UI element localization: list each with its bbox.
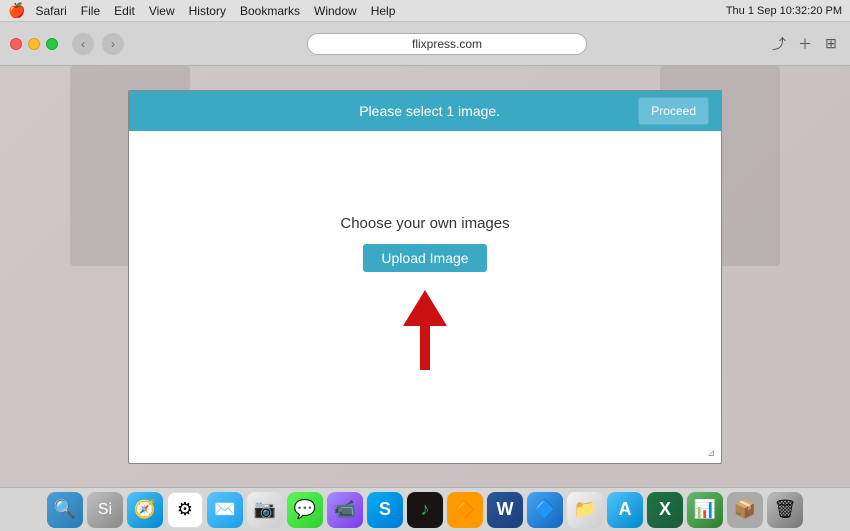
menu-file[interactable]: File — [81, 4, 100, 18]
share-icon[interactable]: ⤴ — [770, 35, 788, 53]
upload-image-button[interactable]: Upload Image — [363, 244, 486, 272]
dock-item-blueapp[interactable]: 🔷 — [527, 492, 563, 528]
add-tab-icon[interactable]: ＋ — [796, 35, 814, 53]
apple-menu[interactable]: 🍎 — [8, 2, 25, 19]
forward-button[interactable]: › — [102, 33, 124, 55]
dock-item-vlc[interactable]: 🔶 — [447, 492, 483, 528]
dock-item-excel[interactable]: X — [647, 492, 683, 528]
dock-item-greyapp[interactable]: 📦 — [727, 492, 763, 528]
dock-item-word[interactable]: W — [487, 492, 523, 528]
modal-body: Choose your own images Upload Image — [129, 131, 721, 463]
dock-item-spotify[interactable]: ♪ — [407, 492, 443, 528]
menu-bar-clock: Thu 1 Sep 10:32:20 PM — [726, 5, 842, 17]
menu-safari[interactable]: Safari — [35, 4, 66, 18]
menu-view[interactable]: View — [149, 4, 175, 18]
dock-item-safari[interactable]: 🧭 — [127, 492, 163, 528]
menu-window[interactable]: Window — [314, 4, 357, 18]
menu-history[interactable]: History — [189, 4, 226, 18]
modal-title: Please select 1 image. — [221, 103, 638, 119]
close-window-button[interactable] — [10, 38, 22, 50]
dock-item-skype[interactable]: S — [367, 492, 403, 528]
minimize-window-button[interactable] — [28, 38, 40, 50]
dock-item-greenapp[interactable]: 📊 — [687, 492, 723, 528]
annotation-arrow — [403, 288, 447, 378]
modal-dialog: Please select 1 image. Proceed Choose yo… — [128, 90, 722, 464]
menu-bar-items: Safari File Edit View History Bookmarks … — [35, 4, 395, 18]
dock-item-chrome[interactable]: ⚙ — [167, 492, 203, 528]
modal-header: Please select 1 image. Proceed — [129, 91, 721, 131]
browser-right-icons: ⤴ ＋ ⊞ — [770, 35, 840, 53]
menu-help[interactable]: Help — [371, 4, 396, 18]
dock-item-mail[interactable]: ✉️ — [207, 492, 243, 528]
dock-item-facetime[interactable]: 📹 — [327, 492, 363, 528]
choose-images-text: Choose your own images — [340, 215, 509, 232]
menu-bookmarks[interactable]: Bookmarks — [240, 4, 300, 18]
main-content: Please select 1 image. Proceed Choose yo… — [0, 66, 850, 487]
traffic-lights — [10, 38, 58, 50]
address-text: flixpress.com — [412, 37, 482, 51]
maximize-window-button[interactable] — [46, 38, 58, 50]
address-bar-wrap: flixpress.com — [132, 33, 762, 55]
dock-item-finder[interactable]: 🔍 — [47, 492, 83, 528]
resize-handle[interactable]: ⊿ — [707, 449, 719, 461]
menu-bar: 🍎 Safari File Edit View History Bookmark… — [0, 0, 850, 22]
back-button[interactable]: ‹ — [72, 33, 94, 55]
dock-item-photos[interactable]: 📷 — [247, 492, 283, 528]
browser-toolbar: ‹ › flixpress.com ⤴ ＋ ⊞ — [0, 22, 850, 66]
dock-item-siri[interactable]: Si — [87, 492, 123, 528]
address-bar[interactable]: flixpress.com — [307, 33, 587, 55]
sidebar-icon[interactable]: ⊞ — [822, 35, 840, 53]
dock-item-files[interactable]: 📁 — [567, 492, 603, 528]
dock: 🔍 Si 🧭 ⚙ ✉️ 📷 💬 📹 S ♪ 🔶 W 🔷 📁 A X 📊 📦 🗑 — [0, 487, 850, 531]
dock-item-messages[interactable]: 💬 — [287, 492, 323, 528]
dock-item-trash[interactable]: 🗑 — [767, 492, 803, 528]
proceed-button[interactable]: Proceed — [638, 97, 709, 125]
menu-edit[interactable]: Edit — [114, 4, 135, 18]
dock-item-appstore[interactable]: A — [607, 492, 643, 528]
